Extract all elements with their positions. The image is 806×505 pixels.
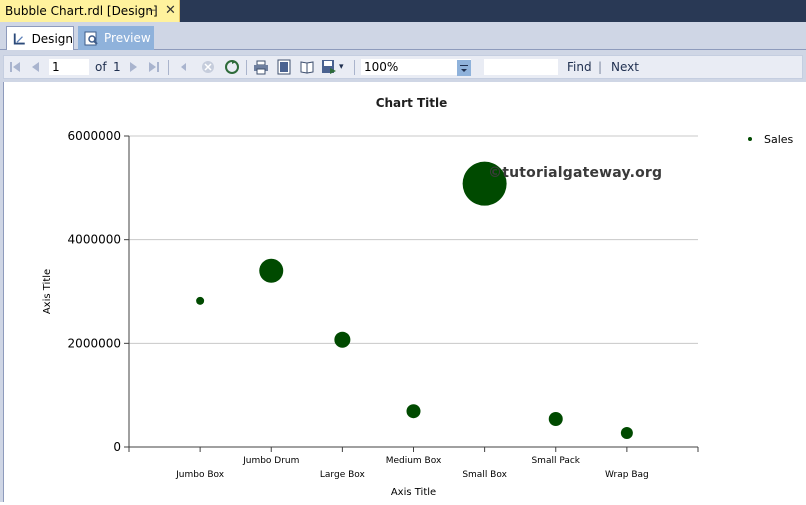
x-tick-label: Wrap Bag — [605, 470, 649, 480]
bubble-point — [259, 258, 284, 283]
x-tick-label: Jumbo Box — [175, 470, 225, 480]
next-link[interactable]: Next — [611, 60, 639, 74]
toolbar-separator — [246, 60, 247, 75]
x-tick-label: Large Box — [320, 470, 366, 480]
view-tabs: Design Preview — [0, 22, 806, 50]
page-number-field[interactable]: 1 — [48, 58, 90, 76]
document-tab-title: Bubble Chart.rdl [Design] — [5, 4, 158, 18]
report-body: Chart Title 0 2000000 4000000 6000000 Jumbo B… — [3, 82, 806, 502]
pin-icon[interactable]: ⊣ — [148, 4, 158, 17]
chart-title: Chart Title — [376, 96, 448, 110]
toolbar-separator — [168, 60, 169, 75]
bubble-point — [406, 404, 421, 419]
refresh-icon[interactable] — [224, 59, 240, 75]
x-tick-label: Jumbo Drum — [242, 456, 299, 466]
back-icon[interactable] — [176, 59, 192, 75]
last-page-icon[interactable] — [146, 59, 162, 75]
close-icon[interactable]: ✕ — [165, 3, 176, 18]
previous-page-icon[interactable] — [28, 59, 44, 75]
bubble-point — [334, 331, 351, 348]
find-link[interactable]: Find — [567, 60, 592, 74]
y-axis-title: Axis Title — [42, 269, 53, 314]
page-total-label: 1 — [113, 60, 121, 74]
bubble-point — [548, 412, 563, 427]
chevron-down-icon[interactable]: ▾ — [339, 62, 344, 72]
zoom-select[interactable]: 100% — [360, 58, 472, 76]
document-tab-strip: Bubble Chart.rdl [Design] ⊣ ✕ — [0, 0, 806, 22]
bubble-chart[interactable]: Chart Title 0 2000000 4000000 6000000 Jumbo B… — [4, 82, 806, 502]
toolbar-separator — [354, 60, 355, 75]
next-page-icon[interactable] — [125, 59, 141, 75]
find-text-input[interactable] — [483, 58, 559, 76]
legend-marker — [748, 137, 752, 141]
first-page-icon[interactable] — [7, 59, 23, 75]
x-tick-label: Small Pack — [531, 456, 580, 466]
preview-icon — [84, 31, 98, 46]
x-tick-label: Small Box — [462, 470, 507, 480]
print-layout-icon[interactable] — [276, 59, 292, 75]
y-tick-label: 6000000 — [68, 129, 121, 143]
tab-preview-label: Preview — [104, 31, 151, 45]
find-separator: | — [598, 60, 603, 74]
tab-design[interactable]: Design — [6, 26, 74, 50]
x-axis-title: Axis Title — [391, 487, 436, 498]
zoom-dropdown-icon[interactable] — [457, 60, 471, 76]
stop-icon[interactable] — [200, 59, 216, 75]
watermark-text: ©tutorialgateway.org — [488, 165, 663, 181]
y-tick-label: 4000000 — [68, 233, 121, 247]
y-tick-label: 2000000 — [68, 336, 121, 350]
bubble-point — [620, 427, 633, 440]
report-toolbar: 1 of 1 ▾ 100% Find | Next — [3, 55, 803, 79]
bubble-point — [196, 296, 205, 305]
export-icon[interactable] — [321, 59, 337, 75]
tab-design-label: Design — [31, 31, 73, 46]
y-tick-label: 0 — [113, 440, 121, 454]
page-setup-icon[interactable] — [299, 59, 315, 75]
design-icon — [13, 33, 25, 44]
print-icon[interactable] — [253, 59, 269, 75]
page-of-label: of — [95, 60, 107, 74]
x-tick-label: Medium Box — [386, 456, 442, 466]
document-tab[interactable]: Bubble Chart.rdl [Design] ⊣ ✕ — [0, 0, 180, 22]
legend-label: Sales — [764, 133, 794, 146]
tab-preview[interactable]: Preview — [78, 26, 154, 50]
